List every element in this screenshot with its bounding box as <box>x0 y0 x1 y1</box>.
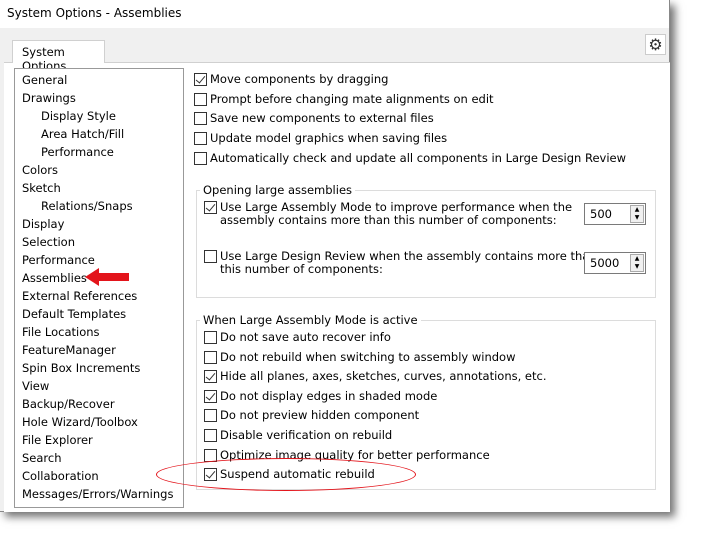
group-title: When Large Assembly Mode is active <box>200 313 421 327</box>
large-assembly-mode-checkbox[interactable] <box>204 201 217 214</box>
sidebar-item[interactable]: General <box>22 71 67 89</box>
sidebar-item[interactable]: Spin Box Increments <box>22 359 140 377</box>
ldr-label-2: this number of components: <box>220 262 383 276</box>
sidebar-item[interactable]: Drawings <box>22 89 76 107</box>
sidebar-item[interactable]: Selection <box>22 233 75 251</box>
spin-up-icon[interactable]: ▲ <box>631 255 643 263</box>
lam-option-checkbox[interactable] <box>204 350 217 364</box>
options-category-list: General Drawings Display Style Area Hatch/F… <box>14 68 184 508</box>
sidebar-item[interactable]: View <box>22 377 49 395</box>
sidebar-item[interactable]: File Explorer <box>22 431 93 449</box>
lam-threshold-value: 500 <box>590 207 612 221</box>
option-checkbox[interactable] <box>194 92 207 106</box>
option-label: Save new components to external files <box>210 111 434 126</box>
lam-threshold-spinbox[interactable]: 500 ▲ ▼ <box>584 203 646 225</box>
sidebar-item[interactable]: Performance <box>22 251 95 269</box>
sidebar-item[interactable]: Messages/Errors/Warnings <box>22 485 173 503</box>
sidebar-item[interactable]: Display Style <box>41 107 116 125</box>
highlight-ellipse-annotation <box>156 458 416 491</box>
option-label: Prompt before changing mate alignments o… <box>210 91 494 106</box>
lam-option-label: Do not save auto recover info <box>220 330 391 344</box>
sidebar-item[interactable]: Area Hatch/Fill <box>41 125 124 143</box>
red-arrow-annotation <box>85 268 129 286</box>
sidebar-item[interactable]: Display <box>22 215 64 233</box>
sidebar-item[interactable]: Collaboration <box>22 467 99 485</box>
lam-option-checkbox[interactable] <box>204 429 217 442</box>
lam-option-label: Hide all planes, axes, sketches, curves,… <box>220 369 547 384</box>
tab-system-options[interactable]: System Options <box>12 40 105 73</box>
option-checkbox[interactable] <box>194 112 207 126</box>
option-checkbox[interactable] <box>194 73 207 86</box>
system-options-dialog: System Options - Assemblies System Optio… <box>0 0 670 512</box>
sidebar-item[interactable]: FeatureManager <box>22 341 116 359</box>
sidebar-item[interactable]: Backup/Recover <box>22 395 115 413</box>
sidebar-item[interactable]: File Locations <box>22 323 100 341</box>
ldr-threshold-spinbox[interactable]: 5000 ▲ ▼ <box>584 252 646 274</box>
sidebar-item[interactable]: Assemblies <box>22 269 87 287</box>
sidebar-item[interactable]: Default Templates <box>22 305 126 323</box>
option-label: Move components by dragging <box>210 72 389 86</box>
lam-label-2: assembly contains more than this number … <box>220 213 557 227</box>
lam-option-checkbox[interactable] <box>204 331 217 344</box>
lam-option-label: Do not preview hidden component <box>220 408 420 423</box>
option-checkbox[interactable] <box>194 151 207 165</box>
group-title: Opening large assemblies <box>200 183 356 197</box>
lam-option-checkbox[interactable] <box>204 370 217 384</box>
sidebar-item[interactable]: Performance <box>41 143 114 161</box>
option-label: Update model graphics when saving files <box>210 131 448 146</box>
sidebar-item[interactable]: Hole Wizard/Toolbox <box>22 413 138 431</box>
lam-option-label: Do not rebuild when switching to assembl… <box>220 349 516 364</box>
sidebar-item[interactable]: Colors <box>22 161 58 179</box>
large-design-review-checkbox[interactable] <box>204 250 217 263</box>
sidebar-item[interactable]: Sketch <box>22 179 61 197</box>
option-label: Automatically check and update all compo… <box>210 150 627 165</box>
gear-icon[interactable]: ⚙ <box>645 34 666 55</box>
sidebar-item[interactable]: Relations/Snaps <box>41 197 133 215</box>
lam-option-label: Do not display edges in shaded mode <box>220 388 438 403</box>
lam-option-checkbox[interactable] <box>204 409 217 423</box>
spin-down-icon[interactable]: ▼ <box>631 263 643 271</box>
sidebar-item[interactable]: External References <box>22 287 137 305</box>
title-bar: System Options - Assemblies <box>0 0 669 28</box>
ldr-threshold-value: 5000 <box>590 256 620 270</box>
spin-down-icon[interactable]: ▼ <box>631 214 643 222</box>
sidebar-item[interactable]: Search <box>22 449 62 467</box>
spin-up-icon[interactable]: ▲ <box>631 206 643 214</box>
lam-option-checkbox[interactable] <box>204 389 217 403</box>
option-checkbox[interactable] <box>194 132 207 146</box>
lam-option-label: Disable verification on rebuild <box>220 428 393 442</box>
